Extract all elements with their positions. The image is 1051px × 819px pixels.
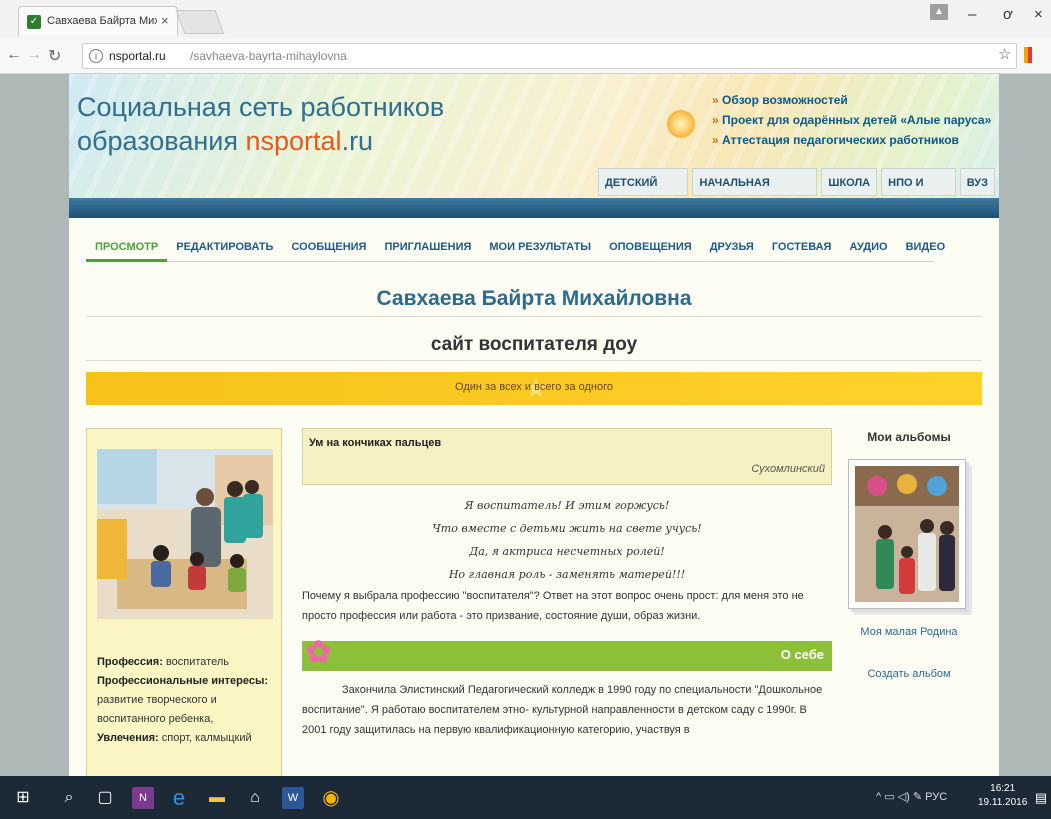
onenote-icon[interactable]: N bbox=[132, 787, 154, 809]
task-view-icon[interactable]: ▢ bbox=[94, 787, 116, 809]
site-favicon-icon: ✓ bbox=[27, 15, 41, 29]
site-container: Социальная сеть работников образования n… bbox=[69, 74, 999, 776]
site-header: Социальная сеть работников образования n… bbox=[69, 74, 999, 198]
tab-title: Савхаева Байрта Михай bbox=[47, 15, 157, 27]
menu-messages[interactable]: СООБЩЕНИЯ bbox=[282, 238, 375, 262]
poem: Я воспитатель! И этим горжусь! Что вмест… bbox=[302, 494, 832, 586]
browser-tab[interactable]: ✓ Савхаева Байрта Михай × bbox=[18, 6, 178, 36]
education-levels: ДЕТСКИЙ САД НАЧАЛЬНАЯ ШКОЛА ШКОЛА НПО И … bbox=[598, 168, 999, 196]
link-attestation[interactable]: Аттестация педагогических работников bbox=[712, 130, 991, 150]
word-icon[interactable]: W bbox=[282, 787, 304, 809]
browser-tabbar: ✓ Савхаева Байрта Михай × ▲ – ơ × bbox=[0, 0, 1051, 38]
level-school[interactable]: ШКОЛА bbox=[821, 168, 878, 196]
notifications-icon[interactable]: ▤ bbox=[1030, 787, 1051, 809]
divider bbox=[86, 316, 982, 317]
level-kindergarten[interactable]: ДЕТСКИЙ САД bbox=[598, 168, 689, 196]
page-viewport: Социальная сеть работников образования n… bbox=[0, 74, 1051, 776]
level-primary-school[interactable]: НАЧАЛЬНАЯ ШКОЛА bbox=[692, 168, 818, 196]
link-gifted-project[interactable]: Проект для одарённых детей «Алые паруса» bbox=[712, 110, 991, 130]
clock-date: 19.11.2016 bbox=[978, 797, 1028, 808]
forward-arrow-icon[interactable]: → bbox=[26, 46, 42, 64]
address-bar[interactable]: i nsportal.ru /savhaeva-bayrta-mihaylovn… bbox=[82, 43, 1017, 69]
profile-sidebar: Профессия: воспитатель Профессиональные … bbox=[86, 428, 282, 776]
chevron-up-icon[interactable]: ^ bbox=[876, 791, 881, 803]
about-text: Закончила Элистинский Педагогический кол… bbox=[302, 684, 823, 736]
menu-results[interactable]: МОИ РЕЗУЛЬТАТЫ bbox=[480, 238, 600, 262]
quote-author: Сухомлинский bbox=[751, 463, 825, 475]
network-icon[interactable]: ▭ bbox=[884, 791, 894, 803]
level-npo-spo[interactable]: НПО И СПО bbox=[881, 168, 956, 196]
file-explorer-icon[interactable]: ▬ bbox=[206, 787, 228, 809]
menu-audio[interactable]: АУДИО bbox=[840, 238, 896, 262]
menu-invitations[interactable]: ПРИГЛАШЕНИЯ bbox=[375, 238, 480, 262]
album-cover[interactable] bbox=[848, 459, 966, 609]
profile-photo[interactable] bbox=[97, 449, 273, 619]
windows-start-icon[interactable]: ⊞ bbox=[12, 787, 34, 809]
close-button[interactable]: × bbox=[1034, 6, 1043, 23]
sun-decoration bbox=[667, 110, 695, 138]
maximize-button[interactable]: ơ bbox=[1003, 6, 1013, 23]
system-tray: ^ ▭ ◁) ✎ РУС bbox=[876, 790, 947, 803]
motto-banner: ★ Один за всех и всего за одного bbox=[86, 372, 982, 405]
clock[interactable]: 16:21 19.11.2016 bbox=[978, 782, 1027, 810]
extension-icon[interactable] bbox=[1024, 47, 1032, 63]
menu-guestbook[interactable]: ГОСТЕВАЯ bbox=[763, 238, 841, 262]
poem-line: Да, я актриса несчетных ролей! bbox=[469, 545, 665, 558]
poem-line: Я воспитатель! И этим горжусь! bbox=[464, 499, 670, 512]
tab-close-icon[interactable]: × bbox=[161, 13, 169, 28]
menu-view[interactable]: ПРОСМОТР bbox=[86, 238, 168, 262]
volume-icon[interactable]: ◁) bbox=[898, 791, 910, 803]
edge-icon[interactable]: e bbox=[168, 787, 190, 809]
link-overview[interactable]: Обзор возможностей bbox=[712, 90, 991, 110]
pen-icon[interactable]: ✎ bbox=[913, 791, 922, 803]
profile-info: Профессия: воспитатель Профессиональные … bbox=[97, 656, 269, 744]
profile-icon[interactable]: ▲ bbox=[930, 4, 948, 20]
minimize-button[interactable]: – bbox=[968, 6, 976, 23]
chrome-icon[interactable]: ◉ bbox=[320, 787, 342, 809]
flower-icon: ✿ bbox=[306, 636, 332, 669]
intro-text: Почему я выбрала профессию "воспитателя"… bbox=[302, 590, 804, 622]
store-icon[interactable]: ⌂ bbox=[244, 787, 266, 809]
quote-title: Ум на кончиках пальцев bbox=[309, 437, 442, 449]
browser-toolbar: ← → ↻ i nsportal.ru /savhaeva-bayrta-mih… bbox=[0, 38, 1051, 74]
menu-notifications[interactable]: ОПОВЕЩЕНИЯ bbox=[600, 238, 701, 262]
clock-time: 16:21 bbox=[990, 783, 1016, 794]
search-icon[interactable]: ⌕ bbox=[58, 787, 80, 809]
site-subtitle: сайт воспитателя доу bbox=[430, 334, 638, 355]
new-tab-button[interactable] bbox=[175, 10, 225, 34]
motto-text: Один за всех и всего за одного bbox=[455, 381, 613, 393]
language-indicator[interactable]: РУС bbox=[925, 791, 947, 803]
create-album-link[interactable]: Создать альбом bbox=[846, 668, 972, 680]
menu-video[interactable]: ВИДЕО bbox=[897, 238, 955, 262]
album-link[interactable]: Моя малая Родина bbox=[846, 626, 972, 638]
reload-icon[interactable]: ↻ bbox=[48, 46, 61, 66]
taskbar: ⊞ ⌕ ▢ N e ▬ ⌂ W ◉ ^ ▭ ◁) ✎ РУС 16:21 19.… bbox=[0, 776, 1051, 819]
level-university[interactable]: ВУЗ bbox=[959, 168, 995, 196]
poem-line: Что вместе с детьми жить на свете учусь! bbox=[432, 522, 702, 535]
url-host: nsportal.ru bbox=[109, 49, 166, 63]
menu-edit[interactable]: РЕДАКТИРОВАТЬ bbox=[167, 238, 282, 262]
header-links: Обзор возможностей Проект для одарённых … bbox=[712, 90, 991, 150]
header-divider bbox=[69, 198, 999, 218]
menu-friends[interactable]: ДРУЗЬЯ bbox=[701, 238, 763, 262]
divider bbox=[86, 360, 982, 361]
page-title: Савхаева Байрта Михайловна bbox=[376, 287, 692, 310]
info-icon[interactable]: i bbox=[89, 49, 103, 63]
quote-box: Ум на кончиках пальцев Сухомлинский bbox=[302, 428, 832, 485]
url-path: /savhaeva-bayrta-mihaylovna bbox=[190, 49, 347, 63]
profile-menu: ПРОСМОТР РЕДАКТИРОВАТЬ СООБЩЕНИЯ ПРИГЛАШ… bbox=[86, 238, 945, 262]
about-heading: О себе bbox=[780, 647, 824, 662]
albums-title: Мои альбомы bbox=[867, 430, 951, 444]
back-arrow-icon[interactable]: ← bbox=[6, 46, 22, 64]
bookmark-star-icon[interactable]: ☆ bbox=[998, 45, 1011, 63]
about-heading-bar: ✿ О себе bbox=[302, 636, 832, 671]
site-logo[interactable]: Социальная сеть работников образования n… bbox=[77, 90, 444, 158]
poem-line: Но главная роль - заменять матерей!!! bbox=[448, 568, 686, 581]
